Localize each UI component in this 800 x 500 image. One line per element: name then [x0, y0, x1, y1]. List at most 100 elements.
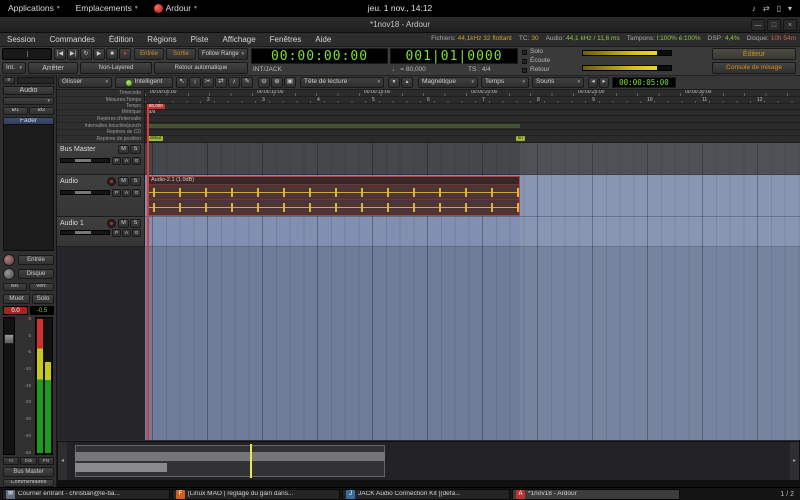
- comments-button[interactable]: Commentaires: [3, 479, 54, 487]
- time-signature-display[interactable]: TS : 4/4: [468, 66, 518, 75]
- punch-in-button[interactable]: Entrée: [134, 48, 164, 60]
- solo-button[interactable]: S: [130, 219, 141, 228]
- sync-source-combo[interactable]: Int.: [2, 62, 26, 74]
- menu-session[interactable]: Session: [0, 33, 42, 46]
- nudge-clock[interactable]: 00:00:05:00: [612, 77, 676, 88]
- track-name-label[interactable]: Bus Master: [60, 146, 95, 153]
- playlist-combo[interactable]: [3, 97, 54, 105]
- menu-aide[interactable]: Aide: [308, 33, 338, 46]
- battery-icon[interactable]: ▯: [777, 5, 781, 13]
- volume-icon[interactable]: ♪: [752, 5, 756, 13]
- menu-piste[interactable]: Piste: [184, 33, 216, 46]
- system-menu-caret-icon[interactable]: ▾: [788, 5, 792, 13]
- punch-out-button[interactable]: Sortie: [166, 48, 196, 60]
- gain-fader[interactable]: [3, 317, 15, 455]
- maximize-button[interactable]: □: [767, 19, 781, 31]
- ruler-label-location-markers[interactable]: Repères de position: [57, 136, 144, 143]
- bars-beats-ruler[interactable]: 23456789101112: [145, 97, 800, 104]
- auto-return-button[interactable]: Retour automatique: [154, 62, 248, 74]
- solo-isolate-button[interactable]: Iso.: [3, 283, 27, 291]
- editor-canvas[interactable]: Audio-2.1 (1.0dB): [145, 143, 800, 440]
- solo-button[interactable]: S: [130, 177, 141, 186]
- track-gain-slider[interactable]: [60, 158, 110, 163]
- menu-fenêtres[interactable]: Fenêtres: [263, 33, 309, 46]
- record-mode-button[interactable]: Non-Layered: [80, 62, 152, 74]
- stretch-tool[interactable]: ⇄: [215, 77, 227, 88]
- disk-monitor-button[interactable]: Disque: [18, 269, 54, 279]
- places-menu[interactable]: Emplacements▾: [68, 0, 146, 17]
- secondary-clock[interactable]: 001|01|0000: [390, 48, 518, 64]
- show-editor-button[interactable]: Éditeur: [712, 48, 796, 60]
- nudge-forward-button[interactable]: ▸: [599, 77, 609, 88]
- window-titlebar[interactable]: *1nov18 - Ardour: [0, 17, 800, 33]
- ruler-label-range-markers[interactable]: Repères d'intervalle: [57, 116, 144, 123]
- meter-point-dsk[interactable]: Dsk: [20, 457, 36, 465]
- input-Ø1[interactable]: Ø1: [3, 107, 28, 115]
- ruler-label-timecode[interactable]: Timecode: [57, 90, 144, 97]
- stop-status-button[interactable]: Arrêter: [28, 62, 78, 74]
- menu-commandes[interactable]: Commandes: [42, 33, 101, 46]
- minimize-button[interactable]: —: [751, 19, 765, 31]
- monitor-écoute[interactable]: Écoute: [522, 57, 578, 66]
- cut-tool[interactable]: ✂: [202, 77, 214, 88]
- record-enable-button[interactable]: [107, 177, 116, 186]
- group-button[interactable]: G: [132, 229, 141, 237]
- shuttle-speed-control[interactable]: [2, 48, 52, 60]
- record-enable-button[interactable]: [107, 219, 116, 228]
- loop-range-band[interactable]: [148, 124, 520, 128]
- grab-mode-combo[interactable]: Glisser: [58, 77, 112, 88]
- gain-display[interactable]: 0.0: [3, 306, 28, 315]
- primary-clock[interactable]: 00:00:00:00: [251, 48, 388, 64]
- range-tool[interactable]: ↕: [189, 77, 201, 88]
- strip-menu-button[interactable]: ≡: [3, 77, 15, 84]
- task-mail-window[interactable]: ✉Courrier entrant - christian@le-ba...: [2, 489, 170, 500]
- menu-édition[interactable]: Édition: [102, 33, 140, 46]
- location-markers-ruler[interactable]: début fin: [145, 136, 800, 143]
- pan-knob[interactable]: [3, 268, 15, 280]
- zoom-fit-button[interactable]: ▣: [284, 77, 296, 88]
- network-icon[interactable]: ⇄: [763, 5, 770, 13]
- timecode-ruler[interactable]: 00:00:05:0000:00:10:0000:00:15:0000:00:2…: [145, 90, 800, 97]
- solo-button[interactable]: S: [130, 145, 141, 154]
- show-mixer-button[interactable]: Console de mixage: [712, 62, 796, 74]
- track-header-audio[interactable]: Audio M S P A G: [57, 175, 145, 217]
- automation-button[interactable]: A: [122, 189, 131, 197]
- start-marker[interactable]: début: [148, 136, 163, 141]
- playlist-button[interactable]: P: [112, 189, 121, 197]
- summary-view-rectangle[interactable]: [75, 445, 385, 477]
- task-jack-window[interactable]: JJACK Audio Connection Kit [(defa...: [342, 489, 510, 500]
- meter-point-pst[interactable]: Pst: [38, 457, 54, 465]
- trim-knob[interactable]: [3, 254, 15, 266]
- play-button[interactable]: ▶: [93, 48, 105, 60]
- input-Ø2[interactable]: Ø2: [29, 107, 54, 115]
- snap-mode-combo[interactable]: Magnétique: [418, 77, 478, 88]
- playlist-button[interactable]: P: [112, 229, 121, 237]
- loop-button[interactable]: ↻: [80, 48, 92, 60]
- grab-tool[interactable]: ↖: [176, 77, 188, 88]
- ardour-app-menu[interactable]: Ardour▾: [146, 0, 205, 17]
- solo-lock-button[interactable]: Verr.: [29, 283, 54, 291]
- draw-tool[interactable]: ✎: [241, 77, 253, 88]
- track-header-bus-master[interactable]: Bus Master M S P A G: [57, 143, 145, 175]
- playhead-line[interactable]: [147, 104, 149, 440]
- track-name-label[interactable]: Audio: [60, 178, 78, 185]
- stop-button[interactable]: ■: [106, 48, 118, 60]
- summary-scroll-left-button[interactable]: ◂: [58, 442, 67, 480]
- follow-range-combo[interactable]: Follow Range: [198, 48, 248, 60]
- track-header-audio-1[interactable]: Audio 1 M S P A G: [57, 217, 145, 247]
- session-summary[interactable]: ◂ ▸: [57, 441, 800, 481]
- zoom-focus-combo[interactable]: Tête de lecture: [300, 77, 384, 88]
- task-browser-window[interactable]: F[Linux MAO | réglage du gain dans...: [172, 489, 340, 500]
- group-button[interactable]: G: [132, 157, 141, 165]
- mute-button[interactable]: Muet: [3, 294, 30, 304]
- summary-scroll-right-button[interactable]: ▸: [790, 442, 799, 480]
- task-ardour-window[interactable]: A*1nov18 - Ardour: [512, 489, 680, 500]
- zoom-in-button[interactable]: ⊕: [271, 77, 283, 88]
- goto-end-button[interactable]: ▶|: [67, 48, 79, 60]
- automation-button[interactable]: A: [122, 229, 131, 237]
- peak-display[interactable]: -0.5: [30, 306, 54, 315]
- goto-start-button[interactable]: |◀: [54, 48, 66, 60]
- expand-tracks-button[interactable]: ▲: [401, 77, 413, 88]
- monitor-solo[interactable]: Solo: [522, 48, 578, 57]
- mute-button[interactable]: M: [118, 177, 129, 186]
